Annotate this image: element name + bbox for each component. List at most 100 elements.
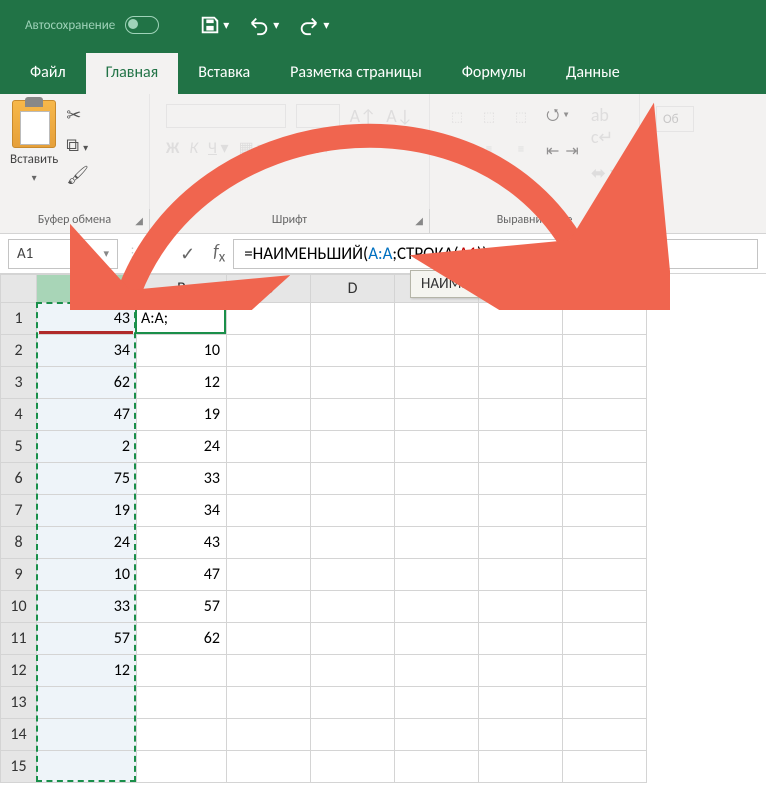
cell[interactable]: 10	[37, 559, 137, 591]
merge-cells-icon[interactable]: ⬌ ▾	[591, 162, 619, 184]
align-left-icon[interactable]: ≡	[444, 136, 470, 162]
cell[interactable]	[311, 623, 395, 655]
cell[interactable]	[395, 719, 479, 751]
cell[interactable]	[479, 399, 563, 431]
cell[interactable]	[395, 751, 479, 783]
cell[interactable]	[563, 591, 647, 623]
italic-icon[interactable]: К	[189, 139, 198, 158]
cell[interactable]	[563, 335, 647, 367]
cell[interactable]	[37, 719, 137, 751]
underline-icon[interactable]: Ч ▾	[208, 138, 229, 158]
cancel-icon[interactable]: ✕	[147, 243, 162, 265]
cell[interactable]	[479, 655, 563, 687]
cell[interactable]	[227, 527, 311, 559]
cell[interactable]	[395, 527, 479, 559]
cell[interactable]: 43	[37, 303, 137, 335]
cell[interactable]: 10	[137, 335, 227, 367]
paste-button[interactable]: Вставить ▾	[10, 100, 58, 186]
cell[interactable]	[395, 367, 479, 399]
cell[interactable]	[395, 687, 479, 719]
cell[interactable]	[563, 751, 647, 783]
cell[interactable]	[479, 335, 563, 367]
align-top-icon[interactable]: ⬚	[444, 104, 470, 130]
cell[interactable]	[311, 591, 395, 623]
cell[interactable]	[479, 719, 563, 751]
enter-icon[interactable]: ✓	[180, 243, 195, 265]
cell[interactable]	[311, 559, 395, 591]
autosave-toggle-group[interactable]: Автосохранение	[25, 16, 159, 34]
cell[interactable]	[311, 463, 395, 495]
number-format-dropdown[interactable]: Об	[656, 106, 694, 132]
orientation-icon[interactable]: ⭯ ▾	[546, 104, 579, 131]
fill-color-icon[interactable]: ◇ ▾	[275, 138, 299, 158]
col-header-D[interactable]: D	[311, 275, 395, 303]
cell[interactable]	[479, 463, 563, 495]
cell[interactable]	[479, 495, 563, 527]
row-header[interactable]: 11	[1, 623, 37, 655]
row-header[interactable]: 12	[1, 655, 37, 687]
row-header[interactable]: 15	[1, 751, 37, 783]
cell[interactable]	[227, 367, 311, 399]
tab-file[interactable]: Файл	[10, 53, 86, 94]
cell[interactable]: 62	[137, 623, 227, 655]
cell[interactable]	[563, 431, 647, 463]
cell[interactable]	[227, 463, 311, 495]
cell[interactable]	[227, 655, 311, 687]
alignment-launcher-icon[interactable]: ◢	[625, 214, 633, 227]
cell[interactable]	[311, 431, 395, 463]
cell[interactable]	[227, 399, 311, 431]
cell[interactable]	[37, 751, 137, 783]
tab-data[interactable]: Данные	[546, 53, 640, 94]
row-header[interactable]: 9	[1, 559, 37, 591]
cell[interactable]	[311, 719, 395, 751]
fx-icon[interactable]: fx	[213, 240, 225, 267]
cell[interactable]	[395, 623, 479, 655]
cell[interactable]	[563, 687, 647, 719]
cell[interactable]	[395, 335, 479, 367]
cell[interactable]	[311, 751, 395, 783]
cell[interactable]	[563, 399, 647, 431]
cell[interactable]	[311, 495, 395, 527]
cell[interactable]	[479, 527, 563, 559]
redo-icon[interactable]: ▾	[297, 14, 329, 36]
cell[interactable]: 34	[137, 495, 227, 527]
cell[interactable]	[395, 655, 479, 687]
col-header-A[interactable]: A ↓	[37, 275, 137, 303]
copy-icon[interactable]: ⧉ ▾	[66, 134, 89, 156]
cell[interactable]	[227, 495, 311, 527]
increase-indent-icon[interactable]: ⇥	[565, 141, 578, 161]
cell[interactable]	[479, 623, 563, 655]
row-header[interactable]: 5	[1, 431, 37, 463]
cell[interactable]	[479, 559, 563, 591]
cell[interactable]	[479, 687, 563, 719]
row-header[interactable]: 7	[1, 495, 37, 527]
cell[interactable]: 12	[37, 655, 137, 687]
align-bottom-icon[interactable]: ⬚	[508, 104, 534, 130]
cell[interactable]	[311, 687, 395, 719]
cell[interactable]	[563, 527, 647, 559]
row-header[interactable]: 10	[1, 591, 37, 623]
row-header[interactable]: 2	[1, 335, 37, 367]
row-header[interactable]: 1	[1, 303, 37, 335]
cell[interactable]: 47	[37, 399, 137, 431]
autosave-toggle[interactable]	[125, 16, 159, 34]
cell[interactable]	[479, 591, 563, 623]
cell[interactable]: 24	[137, 431, 227, 463]
select-all-corner[interactable]	[1, 275, 37, 303]
spreadsheet-grid[interactable]: A ↓ B C D E F G 143A:A;23410362124471952…	[0, 274, 766, 783]
cell[interactable]	[227, 591, 311, 623]
format-painter-icon[interactable]: 🖌	[66, 164, 89, 186]
cell[interactable]	[479, 367, 563, 399]
cell[interactable]	[395, 591, 479, 623]
cell[interactable]	[479, 303, 563, 335]
cell[interactable]: 24	[37, 527, 137, 559]
cell[interactable]	[563, 495, 647, 527]
cell[interactable]: 34	[37, 335, 137, 367]
cell[interactable]: 33	[137, 463, 227, 495]
formula-input[interactable]: =НАИМЕНЬШИЙ(A:A;СТРОКА(A1))	[233, 239, 758, 269]
cell[interactable]	[479, 751, 563, 783]
cell[interactable]	[563, 463, 647, 495]
cell[interactable]	[227, 623, 311, 655]
align-right-icon[interactable]: ≡	[508, 136, 534, 162]
undo-icon[interactable]: ▾	[247, 14, 279, 36]
